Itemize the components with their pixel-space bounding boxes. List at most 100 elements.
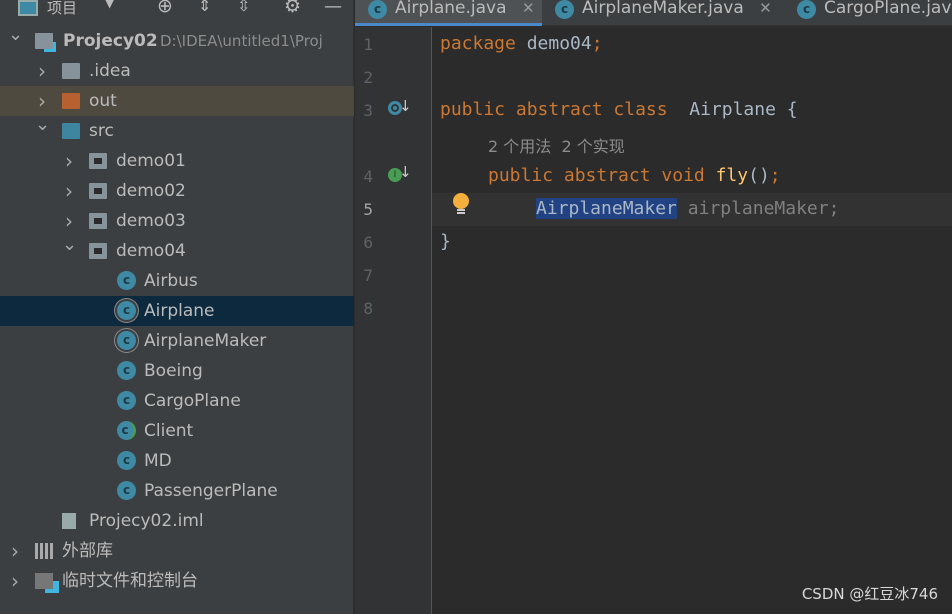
expand-all-icon[interactable]: ⇕ — [198, 0, 211, 15]
code-line-4[interactable]: public abstract void fly(); — [488, 165, 781, 186]
collapse-all-icon[interactable]: ⇳ — [237, 0, 250, 15]
selected-text: AirplaneMaker — [536, 198, 677, 219]
tree-item[interactable]: › .idea — [0, 56, 354, 86]
tree-item[interactable]: › 外部库 — [0, 536, 354, 566]
package-icon — [89, 243, 107, 259]
chevron-right-icon[interactable]: › — [35, 56, 49, 86]
chevron-right-icon[interactable]: › — [8, 566, 22, 596]
project-path: D:\IDEA\untitled1\Proj — [160, 32, 323, 50]
watermark: CSDN @红豆冰746 — [801, 585, 938, 603]
class-icon: c — [117, 481, 136, 500]
view-dropdown-icon[interactable]: ▼ — [105, 0, 114, 10]
tree-item[interactable]: c MD — [0, 446, 354, 476]
tree-item[interactable]: › demo02 — [0, 176, 354, 206]
lightbulb-icon[interactable] — [453, 193, 469, 209]
line-number: 4 — [363, 167, 373, 186]
minimize-icon[interactable]: — — [324, 0, 342, 17]
project-view-title[interactable]: 项目 — [47, 0, 77, 18]
tree-item[interactable]: › demo03 — [0, 206, 354, 236]
down-arrow-icon: ↓ — [399, 97, 412, 115]
tree-item[interactable]: c PassengerPlane — [0, 476, 354, 506]
tree-item[interactable]: › demo01 — [0, 146, 354, 176]
tree-item-label: PassengerPlane — [144, 481, 278, 501]
tree-item[interactable]: ⌄ demo04 — [0, 234, 354, 266]
class-icon: c — [555, 0, 574, 19]
class-icon: c — [117, 451, 136, 470]
package-icon — [89, 153, 107, 169]
chevron-down-icon[interactable]: ⌄ — [62, 230, 77, 260]
tab-label: Airplane.java — [395, 0, 507, 18]
tree-item-label: demo04 — [116, 241, 186, 261]
down-arrow-icon: ↓ — [399, 163, 412, 181]
tree-item-label: Projecy02.iml — [89, 511, 204, 531]
class-icon: c — [797, 0, 816, 19]
tree-item[interactable]: c Client — [0, 416, 354, 446]
folder-icon — [62, 63, 80, 79]
code-line-3[interactable]: public abstract class Airplane { — [440, 99, 798, 120]
tree-item[interactable]: › out — [0, 86, 354, 116]
locate-icon[interactable]: ⊕ — [157, 0, 173, 17]
abstract-class-icon: c — [117, 331, 136, 350]
code-line-5[interactable]: AirplaneMaker airplaneMaker; — [536, 198, 839, 219]
line-number: 3 — [363, 101, 373, 120]
package-icon — [89, 183, 107, 199]
tab-label: AirplaneMaker.java — [582, 0, 744, 18]
tab-airplanemaker-java[interactable]: c AirplaneMaker.java ✕ — [555, 0, 785, 26]
class-icon: c — [117, 361, 136, 380]
tree-item[interactable]: c AirplaneMaker — [0, 326, 354, 356]
tab-airplane-java[interactable]: c Airplane.java ✕ — [355, 0, 542, 26]
line-number: 8 — [363, 299, 373, 318]
tree-item-label: 临时文件和控制台 — [62, 571, 198, 591]
scratches-icon — [35, 573, 53, 589]
class-icon: c — [117, 271, 136, 290]
tree-item[interactable]: Projecy02.iml — [0, 506, 354, 536]
code-line-6[interactable]: } — [440, 231, 451, 252]
tree-item-label: Client — [144, 421, 194, 441]
tree-item-label: out — [89, 91, 117, 111]
tree-item-label: demo02 — [116, 181, 186, 201]
lightbulb-base — [457, 209, 465, 214]
class-icon: c — [368, 0, 387, 19]
tree-item-label: CargoPlane — [144, 391, 241, 411]
tab-label: CargoPlane.java — [824, 0, 952, 18]
tree-item[interactable]: ⌄ src — [0, 114, 354, 146]
tree-item-label: Projecy02 — [63, 31, 158, 51]
tree-item-label: .idea — [89, 61, 131, 81]
tree-item-label: MD — [144, 451, 172, 471]
runnable-class-icon: c — [117, 421, 136, 440]
tree-item[interactable]: c Boeing — [0, 356, 354, 386]
close-icon[interactable]: ✕ — [522, 0, 535, 17]
tree-item[interactable]: ⌄ Projecy02 D:\IDEA\untitled1\Proj — [0, 24, 354, 56]
line-number: 5 — [363, 200, 373, 219]
iml-file-icon — [62, 513, 76, 529]
folder-source-icon — [62, 123, 80, 139]
tree-item-label: demo01 — [116, 151, 186, 171]
code-line-1[interactable]: package demo04; — [440, 33, 603, 54]
abstract-class-icon: c — [117, 301, 136, 320]
project-view-icon — [18, 0, 38, 16]
chevron-right-icon[interactable]: › — [8, 536, 22, 566]
close-icon[interactable]: ✕ — [759, 0, 772, 17]
class-icon: c — [117, 391, 136, 410]
tree-item-label: Airbus — [144, 271, 198, 291]
module-icon — [35, 33, 53, 49]
line-number: 6 — [363, 233, 373, 252]
chevron-right-icon[interactable]: › — [62, 176, 76, 206]
editor-gutter: 1 2 3 4 5 6 7 8 ↓ I ↓ — [355, 27, 432, 614]
chevron-right-icon[interactable]: › — [62, 146, 76, 176]
line-number: 1 — [363, 35, 373, 54]
tree-item[interactable]: c CargoPlane — [0, 386, 354, 416]
tree-item-label: Boeing — [144, 361, 203, 381]
tree-item-label: Airplane — [144, 301, 215, 321]
gear-icon[interactable]: ⚙ — [284, 0, 301, 17]
folder-excluded-icon — [62, 93, 80, 109]
chevron-down-icon[interactable]: ⌄ — [35, 110, 50, 140]
line-number: 2 — [363, 68, 373, 87]
tree-item-label: 外部库 — [62, 541, 113, 561]
tree-item[interactable]: › 临时文件和控制台 — [0, 566, 354, 596]
tree-item[interactable]: c Airplane — [0, 296, 354, 326]
tree-item[interactable]: c Airbus — [0, 266, 354, 296]
usages-inlay-hint[interactable]: 2 个用法 2 个实现 — [488, 133, 625, 157]
tab-cargoplane-java[interactable]: c CargoPlane.java — [797, 0, 952, 26]
chevron-down-icon[interactable]: ⌄ — [8, 20, 23, 50]
